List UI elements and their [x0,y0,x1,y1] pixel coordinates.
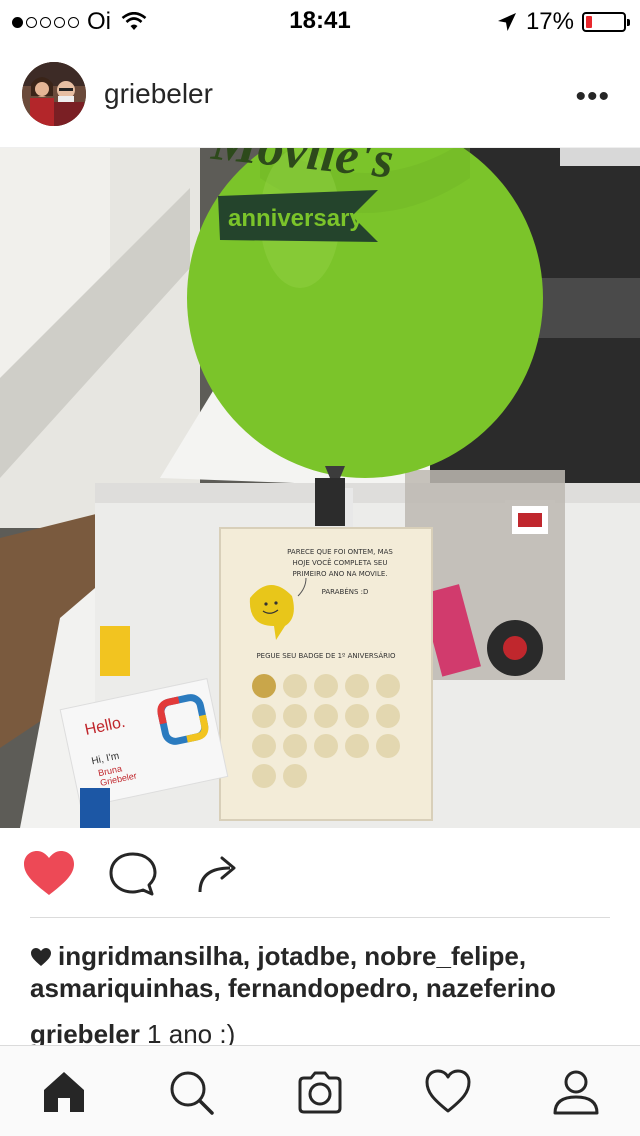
battery-icon [582,12,630,32]
card-parabens: PARABÉNS :D [322,587,369,596]
badge-slot [252,764,276,788]
likes-line-2[interactable]: asmariquinhas, fernandopedro, nazeferino [30,973,556,1003]
person-icon[interactable] [552,1068,600,1116]
badge-slot [252,704,276,728]
badge-slot [376,704,400,728]
battery-percent: 17% [525,8,574,35]
badge-slot [345,674,369,698]
badge-slot [345,734,369,758]
bottom-tab-bar [0,1045,640,1136]
avatar-photo [22,62,86,126]
post-header: griebeler ••• [0,40,640,148]
badge-slot [252,674,276,698]
avatar[interactable] [22,62,86,126]
badge-slot [283,704,307,728]
card-line-3: PRIMEIRO ANO NA MOVILE. [292,570,387,578]
speech-bubble-icon[interactable] [106,850,160,898]
likes-summary[interactable]: ingridmansilha, jotadbe, nobre_felipe, a… [30,940,620,1004]
badge-slot [283,764,307,788]
post-username[interactable]: griebeler [104,78,213,110]
actions-divider [30,917,610,918]
post-photo[interactable]: Movile's anniversary PARECE QUE FOI ONTE… [0,148,640,828]
badge-slot [283,734,307,758]
badge-slot [252,734,276,758]
status-right: 17% [496,8,630,36]
badge-slot [376,734,400,758]
post-actions [0,828,640,918]
badge-slot [314,734,338,758]
heart-filled-icon[interactable] [22,850,76,898]
battery-fill [586,16,593,28]
badge-slot [314,704,338,728]
heart-outline-icon[interactable] [424,1068,472,1116]
share-arrow-icon[interactable] [190,850,244,898]
badge-slot [376,674,400,698]
photo-scene: Movile's anniversary PARECE QUE FOI ONTE… [0,148,640,828]
card-line-2: HOJE VOCÊ COMPLETA SEU [293,558,388,567]
heart-small-icon [31,948,51,966]
card-badge-title: PEGUE SEU BADGE DE 1º ANIVERSÁRIO [256,651,396,660]
camera-icon[interactable] [296,1068,344,1116]
likes-line-1[interactable]: ingridmansilha, jotadbe, nobre_felipe, [58,941,526,971]
balloon-banner-text: anniversary [228,205,363,232]
card-line-1: PARECE QUE FOI ONTEM, MAS [287,548,393,556]
home-icon[interactable] [40,1068,88,1116]
badge-slot [314,674,338,698]
search-icon[interactable] [167,1068,215,1116]
more-options-button[interactable]: ••• [575,80,610,114]
status-bar: Oi 18:41 17% [0,0,640,40]
location-arrow-icon [497,13,516,31]
badge-slot [283,674,307,698]
badge-slot [345,704,369,728]
